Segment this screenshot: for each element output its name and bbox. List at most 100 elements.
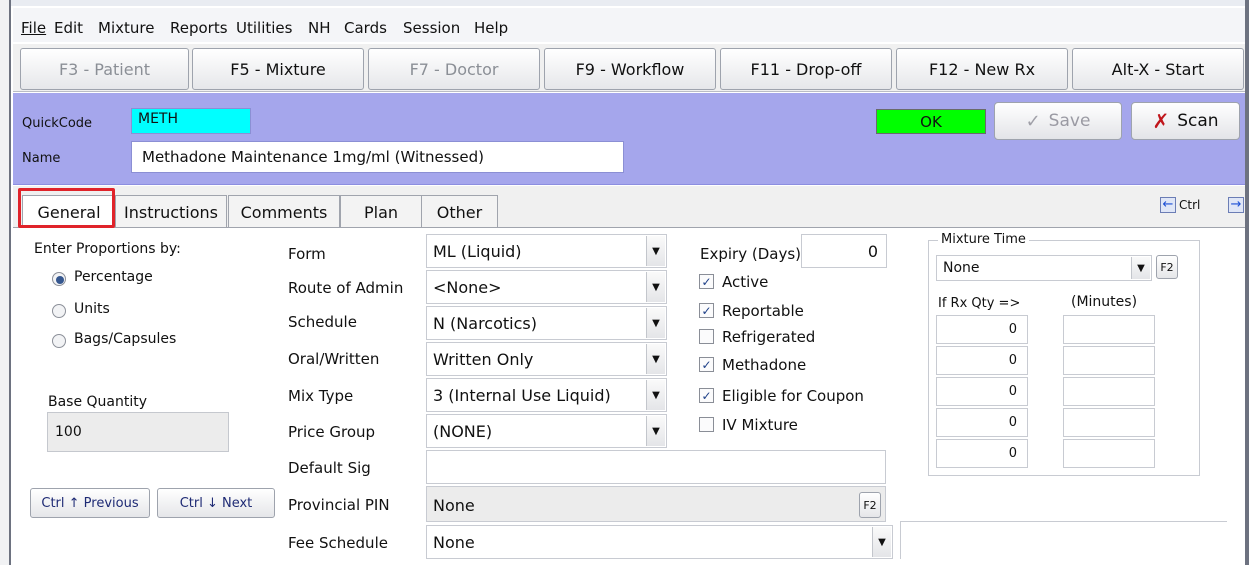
tab-nav-ctrl-label: Ctrl [1179,198,1201,212]
iv-mixture-label: IV Mixture [722,416,798,434]
chevron-down-icon[interactable]: ▼ [646,236,665,266]
chevron-down-icon[interactable]: ▼ [646,272,665,302]
tab-other[interactable]: Other [421,195,498,229]
menu-help[interactable]: Help [474,19,508,37]
previous-record-button[interactable]: Ctrl ↑ Previous [30,488,150,518]
mixture-time-value: None [943,260,980,276]
form-dropdown[interactable]: ML (Liquid) ▼ [426,234,667,268]
schedule-value: N (Narcotics) [433,314,537,333]
fkey-patient-button[interactable]: F3 - Patient [20,48,189,90]
name-input[interactable]: Methadone Maintenance 1mg/ml (Witnessed) [131,141,624,173]
eligible-coupon-label: Eligible for Coupon [722,387,864,405]
window-frame-top [0,0,1249,6]
methadone-checkbox[interactable]: ✓ [699,357,714,372]
active-label: Active [722,273,769,291]
oral-written-value: Written Only [433,350,534,369]
base-quantity-field[interactable]: 100 [47,412,229,452]
expiry-input[interactable]: 0 [801,234,887,268]
mixture-time-dropdown[interactable]: None ▼ [936,255,1152,281]
eligible-coupon-checkbox[interactable]: ✓ [699,388,714,403]
fee-schedule-dropdown[interactable]: None ▼ [426,525,893,559]
fkey-dropoff-button[interactable]: F11 - Drop-off [720,48,892,90]
provincial-pin-field[interactable]: None F2 [426,486,886,522]
fkey-doctor-button[interactable]: F7 - Doctor [368,48,540,90]
pin-f2-button[interactable]: F2 [859,492,881,518]
window-frame-left [0,0,11,565]
tab-plan[interactable]: Plan [340,195,422,229]
save-button[interactable]: ✓ Save [994,102,1122,140]
status-ok-indicator: OK [876,109,986,134]
proportions-title: Enter Proportions by: [34,241,181,257]
menu-reports[interactable]: Reports [170,19,228,37]
chevron-down-icon[interactable]: ▼ [646,344,665,374]
mixture-time-f2-button[interactable]: F2 [1156,255,1178,279]
rx-qty-input-5[interactable]: 0 [936,439,1028,468]
minutes-input-1[interactable] [1063,315,1155,344]
minutes-input-2[interactable] [1063,346,1155,375]
bags-capsules-radio[interactable] [52,334,66,348]
menu-session[interactable]: Session [403,19,460,37]
tab-instructions[interactable]: Instructions [115,195,227,229]
rx-qty-input-4[interactable]: 0 [936,408,1028,437]
name-label: Name [22,151,61,166]
mix-type-dropdown[interactable]: 3 (Internal Use Liquid) ▼ [426,378,667,412]
previous-tab-arrow-icon[interactable]: ← [1160,197,1176,213]
minutes-input-3[interactable] [1063,377,1155,406]
menu-cards[interactable]: Cards [344,19,387,37]
bags-capsules-label: Bags/Capsules [74,331,177,347]
schedule-dropdown[interactable]: N (Narcotics) ▼ [426,306,667,340]
next-record-button[interactable]: Ctrl ↓ Next [157,488,275,518]
chevron-down-icon[interactable]: ▼ [646,308,665,338]
price-group-dropdown[interactable]: (NONE) ▼ [426,414,667,448]
default-sig-input[interactable] [426,450,886,484]
minutes-input-5[interactable] [1063,439,1155,468]
methadone-label: Methadone [722,356,807,374]
active-checkbox[interactable]: ✓ [699,274,714,289]
chevron-down-icon[interactable]: ▼ [872,527,891,557]
fkey-new-rx-button[interactable]: F12 - New Rx [896,48,1068,90]
provincial-pin-value: None [433,496,475,515]
save-button-label: Save [1048,111,1091,131]
fkey-mixture-button[interactable]: F5 - Mixture [192,48,364,90]
chevron-down-icon[interactable]: ▼ [1131,257,1150,279]
menu-edit[interactable]: Edit [54,19,83,37]
scan-button[interactable]: ✗ Scan [1131,102,1240,140]
chevron-down-icon[interactable]: ▼ [646,416,665,446]
default-sig-label: Default Sig [288,459,371,477]
menu-mixture[interactable]: Mixture [98,19,154,37]
chevron-down-icon[interactable]: ▼ [646,380,665,410]
iv-mixture-checkbox[interactable] [699,417,714,432]
route-dropdown[interactable]: <None> ▼ [426,270,667,304]
mix-type-value: 3 (Internal Use Liquid) [433,386,611,405]
percentage-radio[interactable] [52,272,66,286]
general-tab-highlight [18,188,115,228]
next-tab-arrow-icon[interactable]: → [1228,197,1244,213]
quickcode-input[interactable]: METH [131,108,251,134]
refrigerated-checkbox[interactable] [699,329,714,344]
price-group-label: Price Group [288,423,376,441]
menu-nh[interactable]: NH [308,19,331,37]
oral-written-dropdown[interactable]: Written Only ▼ [426,342,667,376]
fee-schedule-value: None [433,533,475,552]
tab-comments[interactable]: Comments [228,195,340,229]
menu-bar: File Edit Mixture Reports Utilities NH C… [13,8,1245,42]
form-value: ML (Liquid) [433,242,522,261]
schedule-label: Schedule [288,313,357,331]
menu-utilities[interactable]: Utilities [236,19,292,37]
fee-schedule-label: Fee Schedule [288,534,388,552]
units-radio[interactable] [52,304,66,318]
route-label: Route of Admin [288,279,404,297]
minutes-header: (Minutes) [1071,294,1138,310]
mixture-time-title: Mixture Time [938,232,1029,247]
fkey-start-button[interactable]: Alt-X - Start [1072,48,1244,90]
rx-qty-input-2[interactable]: 0 [936,346,1028,375]
expiry-label: Expiry (Days) [700,245,801,263]
reportable-checkbox[interactable]: ✓ [699,303,714,318]
rx-qty-header: If Rx Qty => [938,296,1021,311]
menu-file[interactable]: File [21,19,46,37]
fkey-workflow-button[interactable]: F9 - Workflow [544,48,716,90]
rx-qty-input-3[interactable]: 0 [936,377,1028,406]
rx-qty-input-1[interactable]: 0 [936,315,1028,344]
red-x-icon: ✗ [1152,109,1170,133]
minutes-input-4[interactable] [1063,408,1155,437]
